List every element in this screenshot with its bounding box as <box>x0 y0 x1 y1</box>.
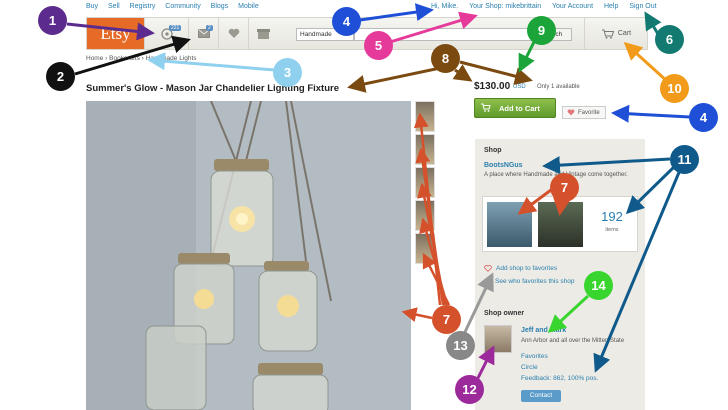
listing-price: $130.00 <box>474 81 511 92</box>
thumbnail-image[interactable] <box>415 200 435 231</box>
activity-count-badge: 221 <box>169 25 182 31</box>
contact-button[interactable]: Contact <box>521 390 561 402</box>
owner-feedback-link[interactable]: Feedback: 862, 100% pos. <box>521 375 598 382</box>
nav-mobile-link[interactable]: Mobile <box>238 3 259 10</box>
add-shop-favorites-label: Add shop to favorites <box>496 265 558 272</box>
nav-community-link[interactable]: Community <box>165 3 200 10</box>
messages-button[interactable]: 2 <box>188 18 218 49</box>
thumbnail-image[interactable] <box>415 101 435 132</box>
heart-icon <box>567 109 575 116</box>
favorite-label: Favorite <box>578 109 600 116</box>
currency-link[interactable]: USD <box>513 84 526 90</box>
annotation-marker: 8 <box>431 44 460 73</box>
heart-icon <box>228 28 239 38</box>
storefront-icon <box>257 28 270 39</box>
breadcrumb[interactable]: Home › Bookcrafts › Handmade Lights <box>86 55 197 62</box>
annotation-marker: 12 <box>455 375 484 404</box>
annotation-marker: 4 <box>689 103 718 132</box>
heart-outline-icon <box>484 265 492 272</box>
messages-count-badge: 2 <box>206 25 213 31</box>
shop-item-thumbnail[interactable] <box>538 202 583 247</box>
category-select-value: Handmade <box>300 31 332 38</box>
shop-item-thumbnail[interactable] <box>487 202 532 247</box>
annotation-marker: 14 <box>584 271 613 300</box>
thumbnail-image[interactable] <box>415 167 435 198</box>
top-nav: Buy Sell Registry Community Blogs Mobile <box>86 3 267 10</box>
cart-label: Cart <box>617 30 632 37</box>
thumbnail-image[interactable] <box>415 233 435 264</box>
availability-text: Only 1 available <box>537 84 580 90</box>
your-shop-link[interactable]: Your Shop: mikebrittain <box>469 3 541 10</box>
activity-button[interactable]: 221 <box>144 18 188 49</box>
add-to-cart-button[interactable]: Add to Cart <box>474 98 556 118</box>
annotation-marker: 10 <box>660 74 689 103</box>
owner-name-link[interactable]: Jeff and Mark <box>521 327 566 334</box>
mason-jar-chandelier-image <box>86 101 411 410</box>
thumbnail-image[interactable] <box>415 134 435 165</box>
shop-heading: Shop <box>484 147 502 154</box>
annotation-marker: 7 <box>432 305 461 334</box>
annotation-marker: 4 <box>332 7 361 36</box>
annotation-marker: 7 <box>550 173 579 202</box>
shop-owner-heading: Shop owner <box>484 310 525 317</box>
annotation-marker: 11 <box>670 145 699 174</box>
help-link[interactable]: Help <box>604 3 618 10</box>
listing-main-image[interactable] <box>86 101 411 410</box>
shop-name-link[interactable]: BootsNGus <box>484 162 523 169</box>
owner-favorites-link[interactable]: Favorites <box>521 353 548 360</box>
cart-add-icon <box>481 103 491 112</box>
cart-button[interactable]: Cart <box>584 18 648 49</box>
annotation-marker: 1 <box>38 6 67 35</box>
owner-avatar[interactable] <box>484 325 512 353</box>
greeting-text: Hi, Mike. <box>431 3 459 10</box>
owner-location: Ann Arbor and all over the Mitten State <box>521 338 625 344</box>
annotation-marker: 3 <box>273 58 302 87</box>
shop-items-preview: 192 items <box>482 196 638 252</box>
user-nav: Hi, Mike. Your Shop: mikebrittain Your A… <box>431 3 666 10</box>
etsy-logo[interactable]: Etsy <box>87 18 144 49</box>
cart-icon <box>601 29 614 39</box>
shop-items-label: items <box>605 227 619 233</box>
nav-registry-link[interactable]: Registry <box>130 3 156 10</box>
listing-title: Summer's Glow - Mason Jar Chandelier Lig… <box>86 83 339 94</box>
thumbnail-strip <box>415 101 435 266</box>
nav-blogs-link[interactable]: Blogs <box>211 3 229 10</box>
annotation-marker: 6 <box>655 25 684 54</box>
add-to-cart-label: Add to Cart <box>499 103 540 113</box>
favorite-button[interactable]: Favorite <box>562 106 606 119</box>
annotation-marker: 9 <box>527 16 556 45</box>
shop-button[interactable] <box>248 18 278 49</box>
owner-circle-link[interactable]: Circle <box>521 364 538 371</box>
shop-item-count[interactable]: 192 <box>590 209 634 224</box>
annotation-marker: 2 <box>46 62 75 91</box>
annotation-marker: 13 <box>446 331 475 360</box>
annotation-marker: 5 <box>364 31 393 60</box>
nav-buy-link[interactable]: Buy <box>86 3 98 10</box>
nav-sell-link[interactable]: Sell <box>108 3 120 10</box>
see-favorites-link[interactable]: See who favorites this shop <box>495 278 575 285</box>
add-shop-favorites-link[interactable]: Add shop to favorites <box>484 265 557 272</box>
your-account-link[interactable]: Your Account <box>552 3 593 10</box>
sign-out-link[interactable]: Sign Out <box>629 3 656 10</box>
favorites-button[interactable] <box>218 18 248 49</box>
